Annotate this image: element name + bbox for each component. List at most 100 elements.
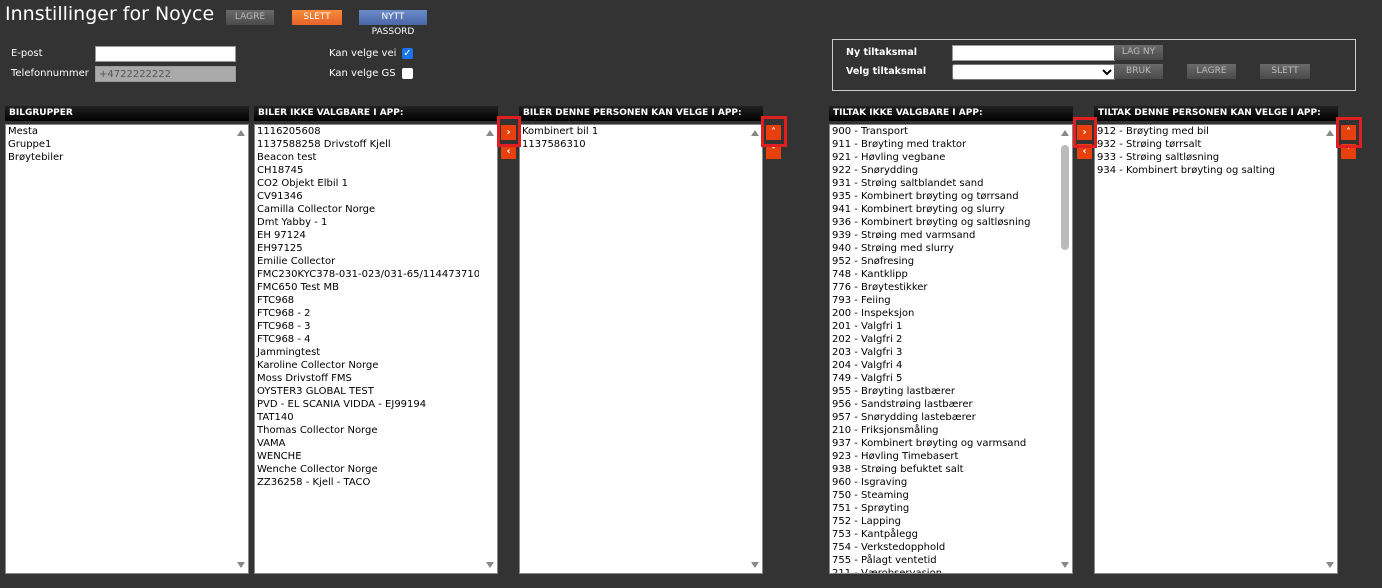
measures-available-list[interactable]: 912 - Brøyting med bil 932 - Strøing tørr… — [1094, 124, 1338, 574]
scroll-down-icon[interactable] — [486, 562, 494, 568]
list-item[interactable]: 201 - Valgfri 1 — [830, 320, 1054, 333]
list-item[interactable]: 936 - Kombinert brøyting og saltløsning — [830, 216, 1054, 229]
scroll-thumb[interactable] — [1061, 145, 1069, 250]
list-item[interactable]: FMC230KYC378-031-023/031-65/114473710 — [255, 268, 479, 281]
scrollbar[interactable] — [1323, 125, 1337, 573]
phone-input[interactable] — [95, 66, 236, 82]
list-item[interactable]: 204 - Valgfri 4 — [830, 359, 1054, 372]
list-item[interactable]: CV91346 — [255, 190, 479, 203]
list-item[interactable]: ZZ36258 - Kjell - TACO — [255, 476, 479, 489]
scroll-down-icon[interactable] — [1061, 562, 1069, 568]
scroll-up-icon[interactable] — [486, 130, 494, 136]
list-item[interactable]: 938 - Strøing befuktet salt — [830, 463, 1054, 476]
list-item[interactable]: 912 - Brøyting med bil — [1095, 125, 1319, 138]
list-item[interactable]: 955 - Brøyting lastbærer — [830, 385, 1054, 398]
list-item[interactable]: Mesta — [6, 125, 230, 138]
list-item[interactable]: CO2 Objekt Elbil 1 — [255, 177, 479, 190]
scroll-up-icon[interactable] — [237, 130, 245, 136]
groups-list[interactable]: Mesta Gruppe1 Brøytebiler — [5, 124, 249, 574]
scrollbar[interactable] — [234, 125, 248, 573]
list-item[interactable]: 957 - Snørydding lastebærer — [830, 411, 1054, 424]
list-item[interactable]: 755 - Pålagt ventetid — [830, 554, 1054, 567]
list-item[interactable]: 751 - Sprøyting — [830, 502, 1054, 515]
list-item[interactable]: 932 - Strøing tørrsalt — [1095, 138, 1319, 151]
list-item[interactable]: 921 - Høvling vegbane — [830, 151, 1054, 164]
list-item[interactable]: EH 97124 — [255, 229, 479, 242]
list-item[interactable]: 939 - Strøing med varmsand — [830, 229, 1054, 242]
scroll-down-icon[interactable] — [751, 562, 759, 568]
scroll-down-icon[interactable] — [237, 562, 245, 568]
list-item[interactable]: VAMA — [255, 437, 479, 450]
create-template-button[interactable]: LAG NY — [1114, 45, 1163, 60]
list-item[interactable]: FMC650 Test MB — [255, 281, 479, 294]
list-item[interactable]: 960 - Isgraving — [830, 476, 1054, 489]
list-item[interactable]: 793 - Feiing — [830, 294, 1054, 307]
list-item[interactable]: Karoline Collector Norge — [255, 359, 479, 372]
scroll-up-icon[interactable] — [1061, 130, 1069, 136]
list-item[interactable]: TAT140 — [255, 411, 479, 424]
measures-unavailable-list[interactable]: 900 - Transport 911 - Brøyting med trakto… — [829, 124, 1073, 574]
list-item[interactable]: 776 - Brøytestikker — [830, 281, 1054, 294]
list-item[interactable]: 749 - Valgfri 5 — [830, 372, 1054, 385]
scroll-up-icon[interactable] — [1326, 130, 1334, 136]
list-item[interactable]: Brøytebiler — [6, 151, 230, 164]
list-item[interactable]: 934 - Kombinert brøyting og salting — [1095, 164, 1319, 177]
list-item[interactable]: 940 - Strøing med slurry — [830, 242, 1054, 255]
list-item[interactable]: 956 - Sandstrøing lastbærer — [830, 398, 1054, 411]
list-item[interactable]: 202 - Valgfri 2 — [830, 333, 1054, 346]
list-item[interactable]: 941 - Kombinert brøyting og slurry — [830, 203, 1054, 216]
list-item[interactable]: 1116205608 — [255, 125, 479, 138]
list-item[interactable]: 754 - Verkstedopphold — [830, 541, 1054, 554]
list-item[interactable]: 1137586310 — [520, 138, 744, 151]
list-item[interactable]: 750 - Steaming — [830, 489, 1054, 502]
scroll-down-icon[interactable] — [1326, 562, 1334, 568]
new-password-button[interactable]: NYTT PASSORD — [359, 10, 427, 37]
list-item[interactable]: OYSTER3 GLOBAL TEST — [255, 385, 479, 398]
list-item[interactable]: Jammingtest — [255, 346, 479, 359]
list-item[interactable]: Thomas Collector Norge — [255, 424, 479, 437]
list-item[interactable]: 1137588258 Drivstoff Kjell — [255, 138, 479, 151]
list-item[interactable]: 210 - Friksjonsmåling — [830, 424, 1054, 437]
save-template-button[interactable]: LAGRE — [1187, 64, 1236, 79]
list-item[interactable]: Kombinert bil 1 — [520, 125, 744, 138]
cars-unavailable-list[interactable]: 1116205608 1137588258 Drivstoff Kjell Beac… — [254, 124, 498, 574]
template-select[interactable] — [952, 64, 1116, 80]
email-input[interactable] — [95, 46, 236, 62]
list-item[interactable]: 931 - Strøing saltblandet sand — [830, 177, 1054, 190]
scrollbar[interactable] — [1058, 125, 1072, 573]
scrollbar[interactable] — [748, 125, 762, 573]
list-item[interactable]: 937 - Kombinert brøyting og varmsand — [830, 437, 1054, 450]
list-item[interactable]: Wenche Collector Norge — [255, 463, 479, 476]
list-item[interactable]: 935 - Kombinert brøyting og tørrsand — [830, 190, 1054, 203]
list-item[interactable]: 203 - Valgfri 3 — [830, 346, 1054, 359]
list-item[interactable]: FTC968 - 3 — [255, 320, 479, 333]
use-template-button[interactable]: BRUK — [1114, 64, 1163, 79]
list-item[interactable]: WENCHE — [255, 450, 479, 463]
list-item[interactable]: Gruppe1 — [6, 138, 230, 151]
save-button[interactable]: LAGRE — [226, 10, 274, 25]
list-item[interactable]: FTC968 — [255, 294, 479, 307]
road-checkbox[interactable]: ✓ — [402, 48, 413, 59]
list-item[interactable]: Moss Drivstoff FMS — [255, 372, 479, 385]
new-template-input[interactable] — [952, 45, 1115, 61]
list-item[interactable]: 200 - Inspeksjon — [830, 307, 1054, 320]
list-item[interactable]: 752 - Lapping — [830, 515, 1054, 528]
list-item[interactable]: 748 - Kantklipp — [830, 268, 1054, 281]
delete-template-button[interactable]: SLETT — [1260, 64, 1310, 79]
list-item[interactable]: 923 - Høvling Timebasert — [830, 450, 1054, 463]
list-item[interactable]: 952 - Snøfresing — [830, 255, 1054, 268]
cars-available-list[interactable]: Kombinert bil 1 1137586310 — [519, 124, 763, 574]
list-item[interactable]: Emilie Collector — [255, 255, 479, 268]
scroll-up-icon[interactable] — [751, 130, 759, 136]
list-item[interactable]: Camilla Collector Norge — [255, 203, 479, 216]
list-item[interactable]: Beacon test — [255, 151, 479, 164]
list-item[interactable]: EH97125 — [255, 242, 479, 255]
list-item[interactable]: 922 - Snørydding — [830, 164, 1054, 177]
list-item[interactable]: FTC968 - 4 — [255, 333, 479, 346]
list-item[interactable]: PVD - EL SCANIA VIDDA - EJ99194 — [255, 398, 479, 411]
list-item[interactable]: FTC968 - 2 — [255, 307, 479, 320]
list-item[interactable]: 933 - Strøing saltløsning — [1095, 151, 1319, 164]
delete-button[interactable]: SLETT — [292, 10, 342, 25]
scrollbar[interactable] — [483, 125, 497, 573]
list-item[interactable]: 900 - Transport — [830, 125, 1054, 138]
